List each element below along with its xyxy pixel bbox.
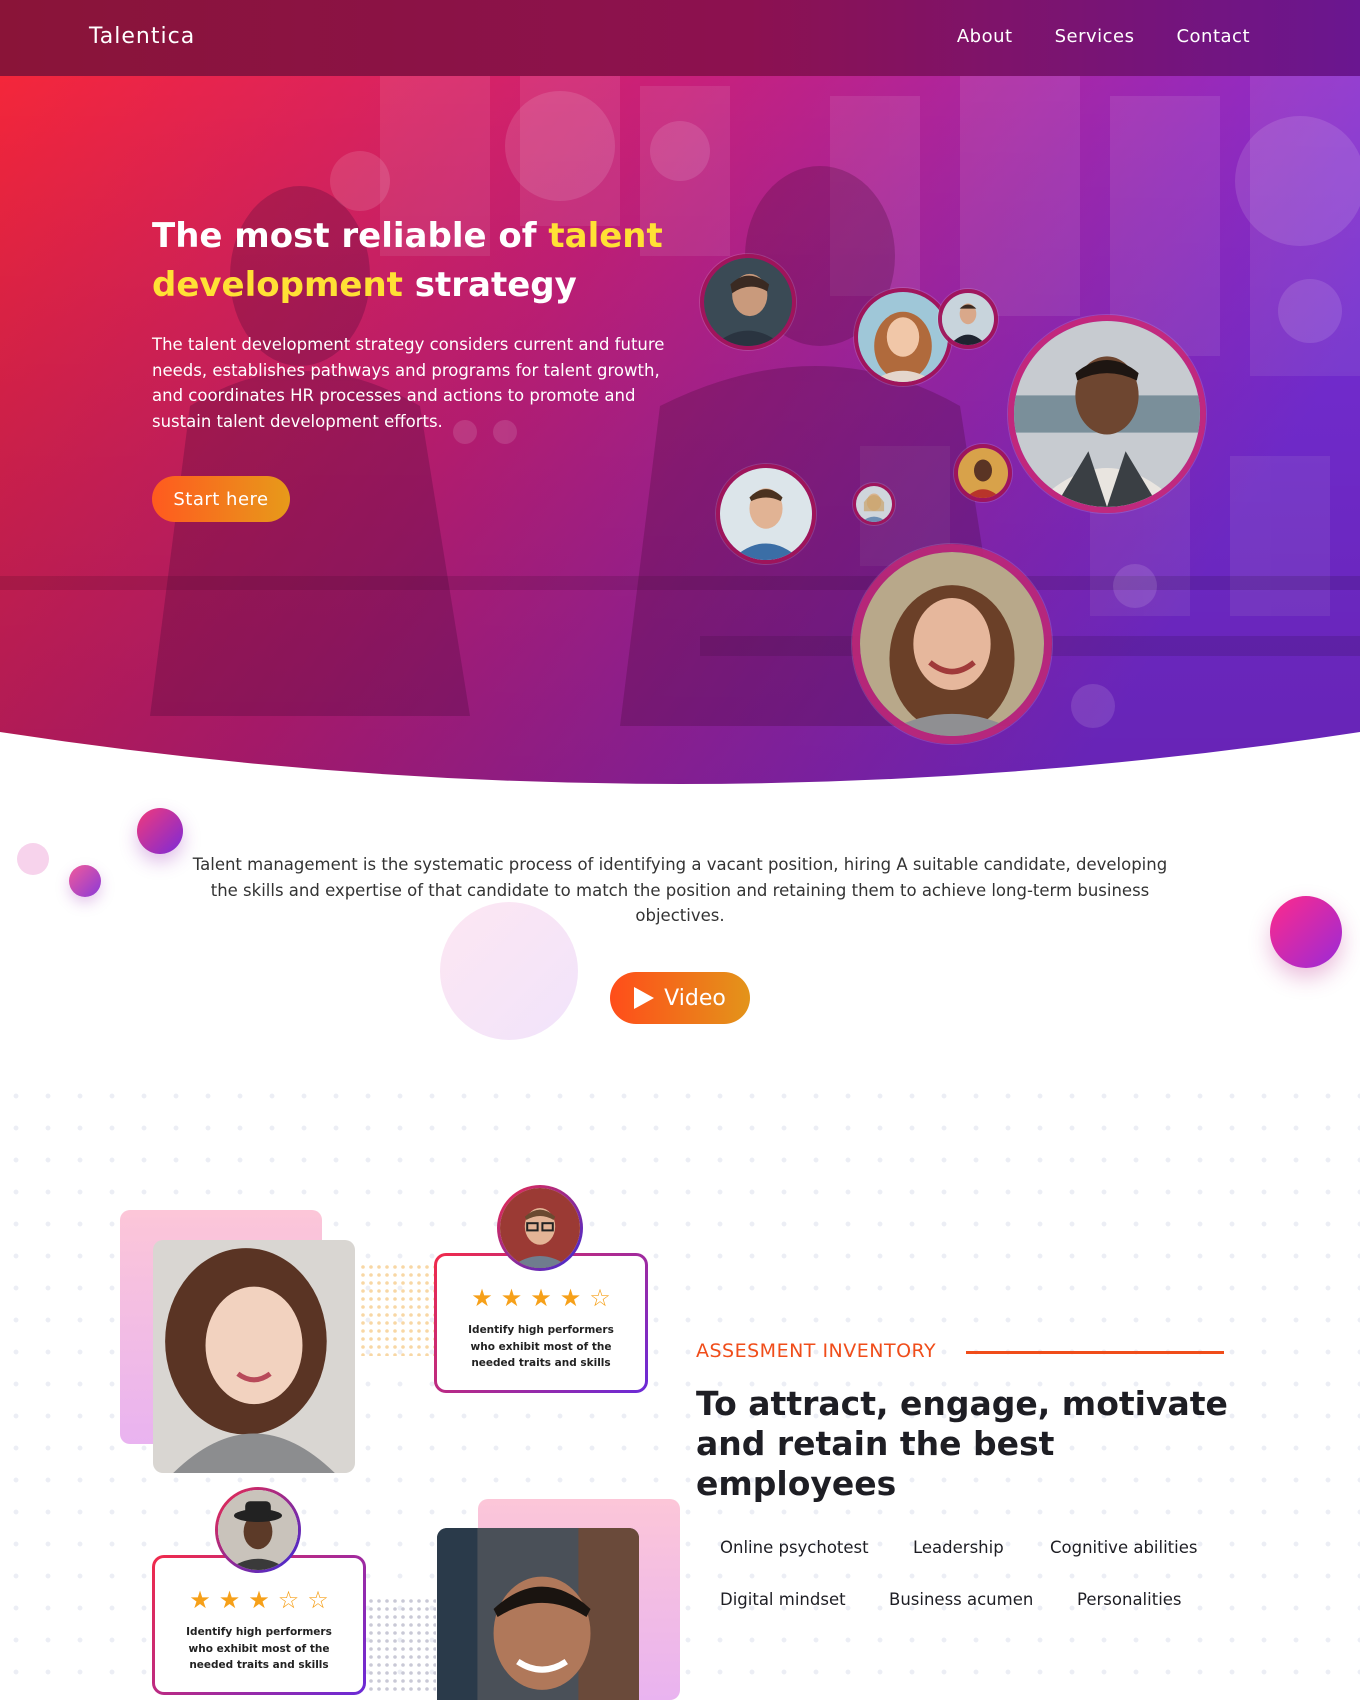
assessment-item: Leadership: [913, 1538, 1004, 1557]
decor-bubble: [137, 808, 183, 854]
nav-link-contact[interactable]: Contact: [1176, 26, 1250, 47]
decor-bubble: [17, 843, 49, 875]
brand-logo[interactable]: Talentica: [89, 24, 195, 49]
photo-man-smiling: [437, 1528, 639, 1700]
section-tag: ASSESMENT INVENTORY: [696, 1340, 937, 1362]
avatar-woman-redhead: [854, 288, 952, 386]
review-text: Identify high performers who exhibit mos…: [186, 1626, 332, 1671]
star-empty-icon: ☆: [307, 1586, 329, 1614]
review-text: Identify high performers who exhibit mos…: [468, 1324, 614, 1369]
assessment-item: Business acumen: [889, 1590, 1034, 1609]
assessment-item: Cognitive abilities: [1050, 1538, 1198, 1557]
avatar-woman-small: [853, 483, 895, 525]
section-tag-underline: [966, 1351, 1224, 1354]
dot-pattern: [360, 1264, 436, 1356]
assessment-item: Personalities: [1077, 1590, 1182, 1609]
star-filled-icon: ★: [218, 1586, 241, 1614]
hero-section: The most reliable of talent development …: [0, 76, 1360, 816]
decor-bubble: [69, 865, 101, 897]
assessment-item: Digital mindset: [720, 1590, 846, 1609]
hero-title-part2: strategy: [402, 265, 577, 305]
review-card: ★ ★ ★ ★ ☆ Identify high performers who e…: [434, 1253, 648, 1393]
avatar-man-suit: [938, 289, 998, 349]
top-navbar: Talentica About Services Contact: [0, 0, 1360, 76]
start-here-button[interactable]: Start here: [152, 476, 290, 522]
decor-bubble: [1270, 896, 1342, 968]
avatar-man-glasses: [954, 444, 1012, 502]
hero-description: The talent development strategy consider…: [152, 335, 665, 431]
star-empty-icon: ☆: [589, 1284, 611, 1312]
star-rating: ★ ★ ★ ★ ☆: [437, 1286, 645, 1310]
video-button-label: Video: [664, 985, 726, 1011]
assessment-item: Online psychotest: [720, 1538, 869, 1557]
nav-link-about[interactable]: About: [957, 26, 1013, 47]
hero-title-part1: The most reliable of: [152, 216, 549, 256]
avatar-man-jacket: [1008, 315, 1206, 513]
star-filled-icon: ★: [559, 1284, 582, 1312]
video-button[interactable]: Video: [610, 972, 750, 1024]
dot-pattern: [368, 1598, 436, 1692]
star-filled-icon: ★: [530, 1284, 552, 1312]
review-avatar-man-glasses: [497, 1185, 583, 1271]
nav-link-services[interactable]: Services: [1055, 26, 1135, 47]
star-filled-icon: ★: [500, 1284, 523, 1312]
main-nav: About Services Contact: [957, 26, 1250, 47]
review-card: ★ ★ ★ ☆ ☆ Identify high performers who e…: [152, 1555, 366, 1695]
avatar-woman-smiling: [852, 544, 1052, 744]
star-empty-icon: ☆: [277, 1586, 300, 1614]
avatar-man-profile: [700, 254, 796, 350]
intro-paragraph: Talent management is the systematic proc…: [192, 855, 1168, 925]
play-icon: [634, 987, 655, 1009]
section-title: To attract, engage, motivate and retain …: [696, 1384, 1228, 1503]
star-rating: ★ ★ ★ ☆ ☆: [155, 1588, 363, 1612]
avatar-man-blue-shirt: [716, 464, 816, 564]
star-filled-icon: ★: [248, 1586, 270, 1614]
photo-woman-scarf: [153, 1240, 355, 1473]
hero-title: The most reliable of talent development …: [152, 212, 672, 310]
star-filled-icon: ★: [471, 1284, 493, 1312]
review-avatar-man-hat: [215, 1487, 301, 1573]
star-filled-icon: ★: [189, 1586, 211, 1614]
